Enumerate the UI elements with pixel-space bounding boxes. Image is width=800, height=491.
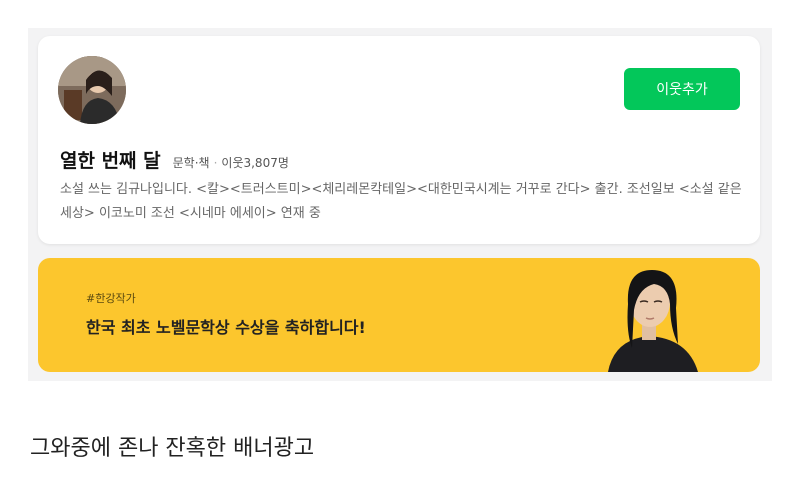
add-neighbor-button[interactable]: 이웃추가 [624, 68, 740, 110]
blog-title-row: 열한 번째 달 문학·책 · 이웃3,807명 [60, 146, 289, 173]
blog-description: 소설 쓰는 김규나입니다. <칼><트러스트미><체리레몬칵테일><대한민국시계… [60, 182, 742, 221]
post-caption: 그와중에 존나 잔혹한 배너광고 [30, 436, 315, 461]
author-photo-icon [588, 258, 718, 372]
blog-category: 문학·책 [172, 156, 210, 170]
meta-separator: · [213, 156, 218, 170]
banner-headline: 한국 최초 노벨문학상 수상을 축하합니다! [86, 318, 366, 337]
banner-hashtag[interactable]: #한강작가 [86, 290, 136, 306]
author-portrait-icon[interactable] [58, 56, 126, 124]
neighbor-count[interactable]: 이웃3,807명 [221, 156, 288, 170]
nobel-celebration-banner[interactable]: #한강작가 한국 최초 노벨문학상 수상을 축하합니다! [38, 258, 760, 372]
profile-card: 이웃추가 열한 번째 달 문학·책 · 이웃3,807명 소설 쓰는 김규나입니다.… [38, 36, 760, 244]
blog-profile-panel: 이웃추가 열한 번째 달 문학·책 · 이웃3,807명 소설 쓰는 김규나입니다.… [28, 28, 772, 381]
blog-meta: 문학·책 · 이웃3,807명 [173, 154, 289, 171]
blog-title[interactable]: 열한 번째 달 [60, 146, 161, 173]
